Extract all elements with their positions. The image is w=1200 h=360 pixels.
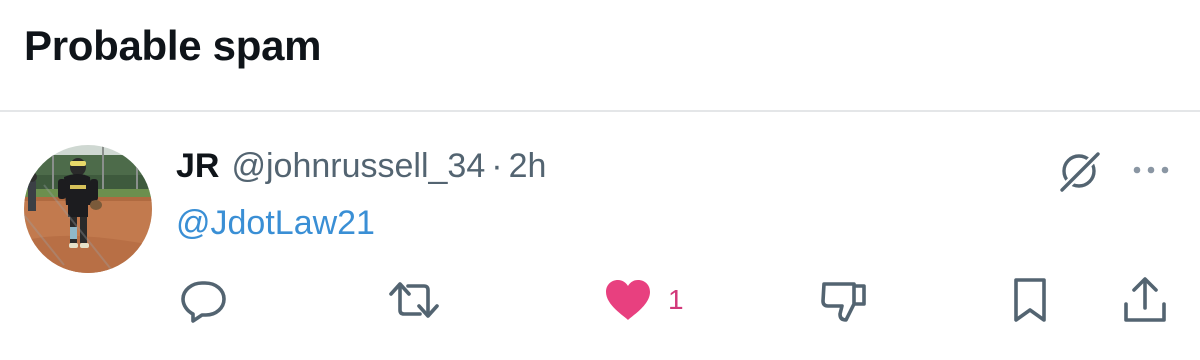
- share-button[interactable]: [1120, 274, 1170, 326]
- reply-icon: [181, 281, 226, 323]
- avatar[interactable]: [24, 145, 152, 273]
- more-dots-icon[interactable]: [1128, 158, 1174, 182]
- like-button[interactable]: 1: [602, 274, 684, 326]
- section-header: Probable spam: [0, 0, 1200, 112]
- like-count: 1: [668, 284, 684, 315]
- thumbs-down-icon: [821, 282, 866, 322]
- tweet-text-mention[interactable]: @JdotLaw21: [176, 201, 375, 245]
- author-name[interactable]: JR: [176, 144, 219, 188]
- retweet-icon: [389, 282, 439, 318]
- dislike-button[interactable]: [818, 274, 870, 326]
- bookmark-button[interactable]: [1010, 274, 1050, 326]
- timestamp[interactable]: 2h: [509, 144, 547, 188]
- heart-filled-icon: [606, 280, 650, 320]
- section-title: Probable spam: [24, 22, 322, 69]
- grok-icon[interactable]: [1054, 146, 1104, 196]
- tweet-header: JR @johnrussell_34 · 2h: [176, 144, 546, 188]
- author-handle[interactable]: @johnrussell_34: [231, 144, 485, 188]
- share-icon: [1124, 277, 1166, 322]
- tweet-card[interactable]: JR @johnrussell_34 · 2h @JdotLaw21 1: [0, 112, 1200, 360]
- baseball-player-avatar-icon: [24, 145, 152, 273]
- retweet-button[interactable]: [384, 274, 444, 326]
- dot-separator: ·: [491, 147, 503, 185]
- bookmark-icon: [1014, 278, 1046, 322]
- reply-button[interactable]: [178, 274, 230, 326]
